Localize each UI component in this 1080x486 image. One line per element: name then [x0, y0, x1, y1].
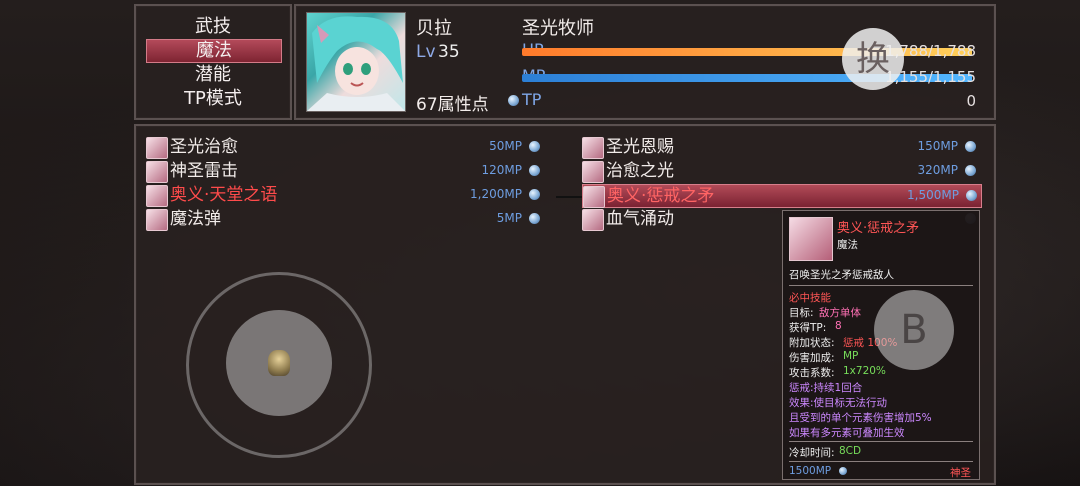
menu-item-magic[interactable]: 魔法 [146, 39, 282, 63]
character-class: 圣光牧师 [522, 18, 594, 39]
healing-light-icon [582, 161, 604, 183]
skill-name: 治愈之光 [606, 161, 674, 181]
skill-cost: 5MP [496, 211, 522, 225]
magic-bullet-icon [146, 209, 168, 231]
menu-item-martial[interactable]: 武技 [146, 16, 280, 38]
tooltip-bonus-label: 伤害加成: [789, 352, 835, 364]
divider [789, 461, 973, 462]
divider [789, 285, 973, 286]
mp-orb-icon [529, 165, 540, 176]
mp-orb-icon [529, 189, 540, 200]
tp-orb-icon [508, 95, 519, 106]
tooltip-bonus-value: MP [843, 350, 859, 362]
tooltip-target-label: 目标: [789, 307, 814, 319]
tooltip-tp-label: 获得TP: [789, 322, 827, 334]
mp-orb-icon [966, 190, 977, 201]
holy-heal-icon [146, 137, 168, 159]
skill-cost: 320MP [917, 163, 959, 177]
character-portrait [306, 12, 406, 112]
tooltip-coef-label: 攻击系数: [789, 367, 835, 379]
player-sprite [268, 350, 290, 376]
skill-category-menu: 武技 魔法 潜能 TP模式 [134, 4, 292, 120]
tooltip-status-label: 附加状态: [789, 337, 835, 349]
character-status-panel: 贝拉 圣光牧师 Lv 35 67属性点 HP 1,788/1,788 MP 1,… [294, 4, 996, 120]
skill-name: 魔法弹 [170, 209, 221, 229]
tooltip-cost: 1500MP [789, 465, 832, 477]
skill-cost: 1,200MP [470, 187, 522, 201]
skill-item-selected[interactable]: 奥义·惩戒之矛 1,500MP [582, 184, 982, 208]
tooltip-coef-value: 1x720% [843, 365, 886, 377]
blood-surge-icon [582, 209, 604, 231]
tooltip-effect-4: 如果有多元素可叠加生效 [789, 427, 905, 439]
skill-cost: 1,500MP [907, 188, 959, 202]
punish-spear-icon [789, 217, 833, 261]
mp-orb-icon [529, 141, 540, 152]
tp-value: 0 [966, 92, 976, 110]
skill-cost: 50MP [489, 139, 522, 153]
skill-item[interactable]: 治愈之光 320MP [582, 160, 980, 183]
skill-name: 奥义·天堂之语 [170, 185, 278, 205]
tooltip-effect-3: 且受到的单个元素伤害增加5% [789, 412, 932, 424]
tooltip-target-value: 敌方单体 [819, 307, 861, 319]
holy-thunder-icon [146, 161, 168, 183]
tooltip-tag: 必中技能 [789, 292, 831, 304]
menu-item-potential[interactable]: 潜能 [146, 64, 280, 86]
skill-cost: 150MP [917, 139, 959, 153]
swap-character-button[interactable]: 换 [842, 28, 904, 90]
mp-orb-icon [965, 141, 976, 152]
mp-orb-icon [965, 165, 976, 176]
menu-item-tp-mode[interactable]: TP模式 [146, 88, 280, 110]
tooltip-tp-value: 8 [835, 320, 842, 332]
skill-name: 血气涌动 [606, 209, 674, 229]
skill-name: 圣光恩赐 [606, 137, 674, 157]
skill-item[interactable]: 奥义·天堂之语 1,200MP [146, 184, 544, 207]
skill-name: 神圣雷击 [170, 161, 238, 181]
skill-item[interactable]: 神圣雷击 120MP [146, 160, 544, 183]
tooltip-cooldown-value: 8CD [839, 445, 862, 457]
b-button[interactable]: B [874, 290, 954, 370]
holy-grace-icon [582, 137, 604, 159]
tp-label: TP [522, 90, 542, 109]
heaven-word-icon [146, 185, 168, 207]
skill-item[interactable]: 圣光恩赐 150MP [582, 136, 980, 159]
tooltip-effect-1: 惩戒:持续1回合 [789, 382, 863, 394]
divider [789, 441, 973, 442]
skill-item[interactable]: 圣光治愈 50MP [146, 136, 544, 159]
tooltip-effect-2: 效果:使目标无法行动 [789, 397, 888, 409]
skill-cost: 120MP [481, 163, 523, 177]
skill-name: 圣光治愈 [170, 137, 238, 157]
mp-orb-icon [839, 467, 847, 475]
character-name: 贝拉 [416, 18, 452, 39]
mp-orb-icon [529, 213, 540, 224]
skill-name: 奥义·惩戒之矛 [607, 186, 715, 206]
tooltip-cooldown-label: 冷却时间: [789, 447, 835, 459]
skill-item[interactable]: 魔法弹 5MP [146, 208, 544, 231]
level-label: Lv [416, 42, 436, 62]
tooltip-element: 神圣 [950, 467, 971, 479]
punish-spear-icon [583, 186, 605, 208]
tooltip-skill-type: 魔法 [837, 239, 858, 251]
tooltip-skill-name: 奥义·惩戒之矛 [837, 221, 920, 236]
tooltip-description: 召唤圣光之矛惩戒敌人 [789, 269, 894, 281]
level-value: 35 [438, 42, 460, 62]
attribute-points: 67属性点 [416, 95, 489, 115]
